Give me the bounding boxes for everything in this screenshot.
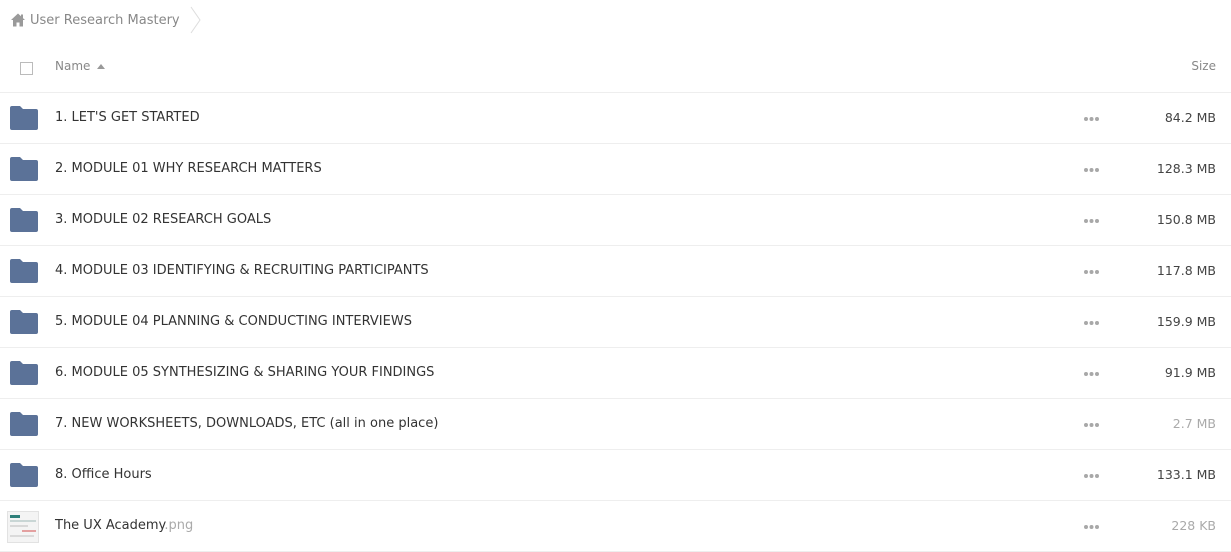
file-name-base: 6. MODULE 05 SYNTHESIZING & SHARING YOUR…: [55, 365, 435, 380]
breadcrumb: User Research Mastery: [10, 6, 202, 34]
file-name[interactable]: 6. MODULE 05 SYNTHESIZING & SHARING YOUR…: [55, 365, 434, 380]
folder-icon: [10, 208, 38, 232]
file-size: 133.1 MB: [1156, 467, 1216, 482]
more-options-icon[interactable]: [1084, 167, 1099, 173]
file-size: 117.8 MB: [1156, 263, 1216, 278]
breadcrumb-chevron-icon: [190, 6, 201, 34]
folder-icon: [10, 412, 38, 436]
folder-icon: [10, 157, 38, 181]
file-size: 150.8 MB: [1156, 212, 1216, 227]
more-options-icon[interactable]: [1084, 269, 1099, 275]
file-name-base: 5. MODULE 04 PLANNING & CONDUCTING INTER…: [55, 314, 412, 329]
file-name-base: 1. LET'S GET STARTED: [55, 110, 200, 125]
file-name-base: 2. MODULE 01 WHY RESEARCH MATTERS: [55, 161, 322, 176]
file-row[interactable]: 1. LET'S GET STARTED 84.2 MB: [0, 93, 1231, 144]
folder-icon: [10, 259, 38, 283]
more-options-icon[interactable]: [1084, 422, 1099, 428]
file-name-base: 8. Office Hours: [55, 467, 152, 482]
file-size: 128.3 MB: [1156, 161, 1216, 176]
file-name[interactable]: 2. MODULE 01 WHY RESEARCH MATTERS: [55, 161, 322, 176]
home-icon[interactable]: [10, 12, 26, 28]
more-options-icon[interactable]: [1084, 524, 1099, 530]
file-extension: .png: [164, 518, 194, 533]
file-list: 1. LET'S GET STARTED 84.2 MB 2. MODULE 01 …: [0, 93, 1231, 552]
file-name-base: 4. MODULE 03 IDENTIFYING & RECRUITING PA…: [55, 263, 429, 278]
more-options-icon[interactable]: [1084, 473, 1099, 479]
file-name[interactable]: 7. NEW WORKSHEETS, DOWNLOADS, ETC (all i…: [55, 416, 438, 431]
file-row[interactable]: The UX Academy.png 228 KB: [0, 501, 1231, 552]
breadcrumb-current[interactable]: User Research Mastery: [30, 13, 180, 28]
file-name-base: 3. MODULE 02 RESEARCH GOALS: [55, 212, 272, 227]
more-options-icon[interactable]: [1084, 320, 1099, 326]
file-name-base: 7. NEW WORKSHEETS, DOWNLOADS, ETC (all i…: [55, 416, 439, 431]
more-options-icon[interactable]: [1084, 218, 1099, 224]
size-column-header[interactable]: Size: [1191, 59, 1216, 73]
more-options-icon[interactable]: [1084, 116, 1099, 122]
select-all-checkbox[interactable]: [20, 62, 33, 75]
name-header-label: Name: [55, 59, 91, 73]
sort-ascending-icon: [97, 63, 106, 69]
file-name[interactable]: 8. Office Hours: [55, 467, 152, 482]
file-size: 91.9 MB: [1164, 365, 1216, 380]
file-name[interactable]: 1. LET'S GET STARTED: [55, 110, 200, 125]
file-name-base: The UX Academy: [55, 518, 165, 533]
file-name[interactable]: 5. MODULE 04 PLANNING & CONDUCTING INTER…: [55, 314, 412, 329]
image-thumbnail-icon: [7, 511, 39, 543]
list-header: Name Size: [0, 45, 1231, 93]
file-row[interactable]: 4. MODULE 03 IDENTIFYING & RECRUITING PA…: [0, 246, 1231, 297]
file-row[interactable]: 6. MODULE 05 SYNTHESIZING & SHARING YOUR…: [0, 348, 1231, 399]
folder-icon: [10, 310, 38, 334]
name-column-header[interactable]: Name: [55, 59, 106, 73]
file-row[interactable]: 2. MODULE 01 WHY RESEARCH MATTERS 128.3 M…: [0, 144, 1231, 195]
file-row[interactable]: 8. Office Hours 133.1 MB: [0, 450, 1231, 501]
file-name[interactable]: 4. MODULE 03 IDENTIFYING & RECRUITING PA…: [55, 263, 429, 278]
file-size: 159.9 MB: [1156, 314, 1216, 329]
folder-icon: [10, 463, 38, 487]
file-name[interactable]: The UX Academy.png: [55, 518, 193, 533]
more-options-icon[interactable]: [1084, 371, 1099, 377]
file-size: 2.7 MB: [1172, 416, 1216, 431]
file-name[interactable]: 3. MODULE 02 RESEARCH GOALS: [55, 212, 271, 227]
file-row[interactable]: 7. NEW WORKSHEETS, DOWNLOADS, ETC (all i…: [0, 399, 1231, 450]
file-row[interactable]: 3. MODULE 02 RESEARCH GOALS 150.8 MB: [0, 195, 1231, 246]
file-row[interactable]: 5. MODULE 04 PLANNING & CONDUCTING INTER…: [0, 297, 1231, 348]
folder-icon: [10, 106, 38, 130]
file-size: 228 KB: [1171, 518, 1216, 533]
file-size: 84.2 MB: [1164, 110, 1216, 125]
folder-icon: [10, 361, 38, 385]
